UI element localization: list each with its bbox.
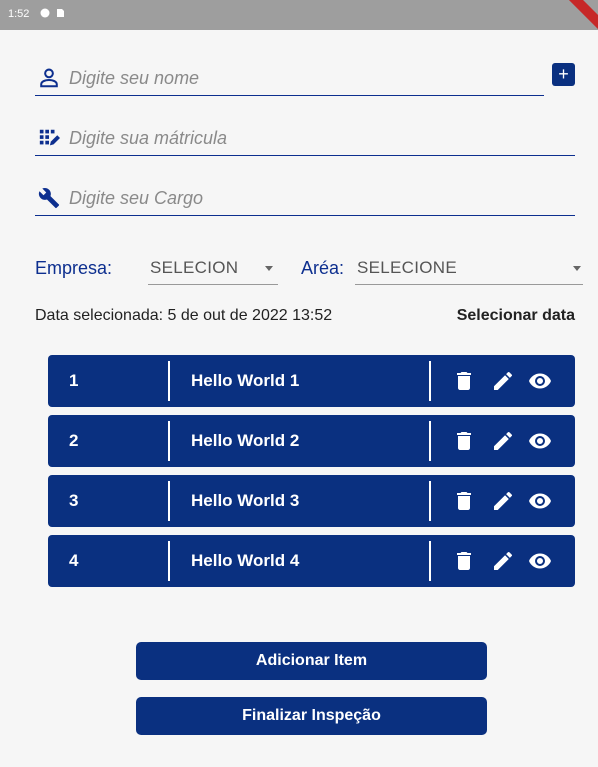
item-title: Hello World 2 bbox=[191, 431, 300, 450]
edit-icon[interactable] bbox=[491, 489, 515, 513]
item-title: Hello World 4 bbox=[191, 551, 300, 570]
item-title: Hello World 3 bbox=[191, 491, 300, 510]
select-date-button[interactable]: Selecionar data bbox=[457, 307, 575, 325]
item-divider bbox=[168, 541, 170, 581]
item-number: 4 bbox=[69, 551, 79, 570]
item-divider bbox=[429, 361, 431, 401]
item-number: 1 bbox=[69, 371, 79, 390]
dialpad-icon bbox=[39, 129, 60, 146]
plus-icon: + bbox=[558, 64, 569, 84]
edit-icon[interactable] bbox=[491, 369, 515, 393]
area-value: SELECIONE bbox=[357, 258, 458, 277]
delete-icon[interactable] bbox=[452, 429, 476, 453]
area-label: Aréa: bbox=[301, 258, 345, 278]
item-divider bbox=[168, 421, 170, 461]
name-input[interactable] bbox=[67, 63, 511, 93]
item-divider bbox=[168, 361, 170, 401]
person-icon bbox=[40, 68, 58, 88]
status-time: 1:52 bbox=[8, 8, 30, 20]
matricula-input[interactable] bbox=[67, 123, 511, 153]
items-list: 1 Hello World 1 2 Hello World 2 3 Hello … bbox=[48, 355, 575, 595]
delete-icon[interactable] bbox=[452, 549, 476, 573]
selects-row: Empresa: SELECION Aréa: SELECIONE bbox=[35, 248, 585, 288]
debug-banner bbox=[568, 0, 598, 30]
edit-icon[interactable] bbox=[491, 429, 515, 453]
matricula-field bbox=[35, 115, 575, 156]
item-title: Hello World 1 bbox=[191, 371, 300, 390]
name-field bbox=[35, 55, 544, 96]
item-divider bbox=[168, 481, 170, 521]
list-item[interactable]: 3 Hello World 3 bbox=[48, 475, 575, 527]
add-person-button[interactable]: + bbox=[552, 63, 575, 86]
delete-icon[interactable] bbox=[452, 369, 476, 393]
delete-icon[interactable] bbox=[452, 489, 476, 513]
view-icon[interactable] bbox=[528, 429, 552, 453]
dropdown-caret-icon bbox=[573, 266, 581, 271]
area-dropdown[interactable]: SELECIONE bbox=[355, 252, 583, 285]
empresa-value: SELECION bbox=[150, 258, 239, 277]
list-item[interactable]: 2 Hello World 2 bbox=[48, 415, 575, 467]
wrench-icon bbox=[38, 188, 60, 209]
cargo-input[interactable] bbox=[67, 183, 511, 213]
item-divider bbox=[429, 541, 431, 581]
list-item[interactable]: 1 Hello World 1 bbox=[48, 355, 575, 407]
selected-date-text: Data selecionada: 5 de out de 2022 13:52 bbox=[35, 307, 333, 324]
dropdown-caret-icon bbox=[265, 266, 273, 271]
view-icon[interactable] bbox=[528, 489, 552, 513]
item-divider bbox=[429, 481, 431, 521]
item-divider bbox=[429, 421, 431, 461]
cargo-field bbox=[35, 175, 575, 216]
list-item[interactable]: 4 Hello World 4 bbox=[48, 535, 575, 587]
edit-icon[interactable] bbox=[491, 549, 515, 573]
view-icon[interactable] bbox=[528, 369, 552, 393]
item-number: 2 bbox=[69, 431, 79, 450]
status-bar: 1:52 bbox=[0, 0, 598, 30]
item-number: 3 bbox=[69, 491, 79, 510]
status-circle-icon bbox=[40, 8, 50, 18]
status-sdcard-icon bbox=[57, 9, 64, 17]
empresa-label: Empresa: bbox=[35, 258, 113, 278]
view-icon[interactable] bbox=[528, 549, 552, 573]
add-item-button[interactable]: Adicionar Item bbox=[136, 642, 487, 680]
empresa-dropdown[interactable]: SELECION bbox=[148, 252, 278, 285]
finish-inspection-button[interactable]: Finalizar Inspeção bbox=[136, 697, 487, 735]
